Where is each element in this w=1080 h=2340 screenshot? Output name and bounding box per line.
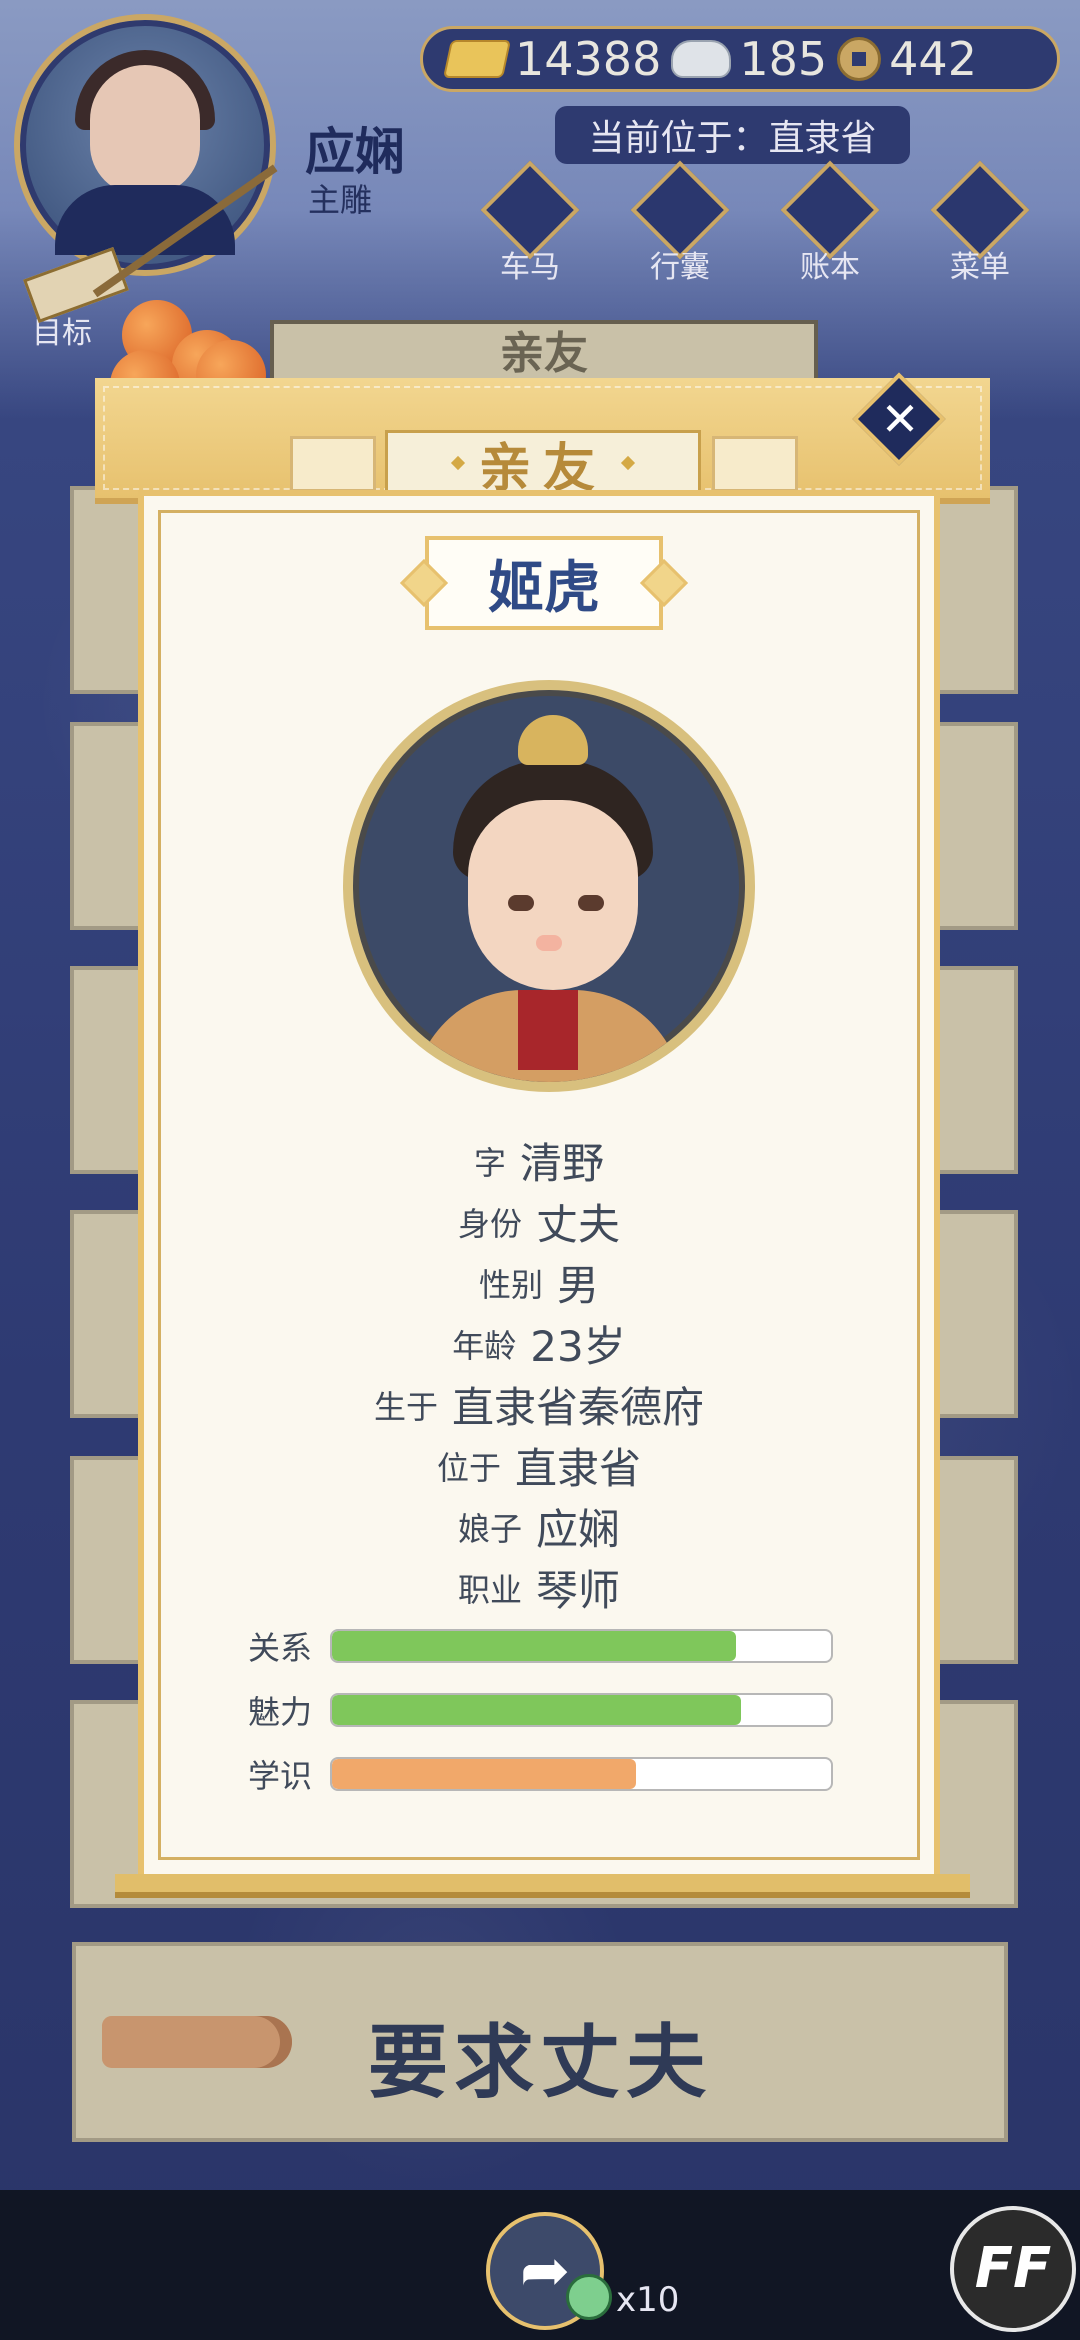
character-info: 字 清野 身份 丈夫 性别 男 年龄 23岁 生于 直隶省秦德府 位于 直隶省 … bbox=[138, 1130, 940, 1618]
menu-label: 菜单 bbox=[950, 250, 1010, 285]
info-label: 位于 bbox=[436, 1448, 501, 1487]
stat-label: 关系 bbox=[248, 1629, 313, 1667]
info-row: 性别 男 bbox=[138, 1252, 940, 1313]
menu-ledger-button[interactable]: 账本 bbox=[775, 160, 885, 285]
menu-more-button[interactable]: 菜单 bbox=[925, 160, 1035, 285]
gold-ingot-icon bbox=[442, 40, 512, 78]
jade-token-icon bbox=[566, 2274, 612, 2320]
portrait-collar bbox=[518, 990, 578, 1070]
info-row: 身份 丈夫 bbox=[138, 1191, 940, 1252]
menu-carriage-button[interactable]: 车马 bbox=[475, 160, 585, 285]
gold-amount: 14388 bbox=[515, 32, 662, 86]
currency-coins: 442 bbox=[837, 32, 977, 86]
portrait-eye bbox=[578, 895, 604, 911]
currency-silver: 185 bbox=[671, 32, 827, 86]
menu-label: 账本 bbox=[800, 250, 860, 285]
currency-gold: 14388 bbox=[442, 32, 662, 86]
menu-label: 行囊 bbox=[650, 250, 710, 285]
player-name: 应娴 bbox=[305, 123, 405, 181]
info-value: 男 bbox=[557, 1261, 600, 1310]
stat-relationship: 关系 bbox=[248, 1628, 833, 1667]
share-icon: ➦ bbox=[519, 2236, 571, 2306]
info-row: 职业 琴师 bbox=[138, 1557, 940, 1618]
stat-bar bbox=[329, 1757, 833, 1791]
avatar-robe bbox=[55, 185, 235, 255]
info-value: 直隶省 bbox=[515, 1444, 642, 1493]
info-value: 应娴 bbox=[536, 1505, 621, 1554]
current-location: 当前位于：直隶省 bbox=[555, 106, 910, 164]
info-row: 年龄 23岁 bbox=[138, 1313, 940, 1374]
info-label: 职业 bbox=[457, 1570, 522, 1609]
goal-button[interactable]: 目标 bbox=[18, 246, 129, 360]
request-husband-button[interactable]: 要求丈夫 bbox=[72, 1942, 1008, 2142]
portrait-bun bbox=[518, 715, 588, 765]
close-icon[interactable]: ✕ bbox=[875, 394, 925, 444]
info-label: 生于 bbox=[373, 1387, 438, 1426]
info-label: 字 bbox=[473, 1143, 506, 1182]
stat-fill bbox=[331, 1631, 737, 1661]
stat-fill bbox=[331, 1695, 742, 1725]
request-husband-label: 要求丈夫 bbox=[368, 2016, 712, 2109]
menu-bag-button[interactable]: 行囊 bbox=[625, 160, 735, 285]
stat-bar bbox=[329, 1693, 833, 1727]
banner-ornament bbox=[290, 436, 376, 492]
info-value: 丈夫 bbox=[536, 1200, 621, 1249]
info-value: 23岁 bbox=[530, 1322, 626, 1371]
info-value: 清野 bbox=[520, 1139, 605, 1188]
info-row: 字 清野 bbox=[138, 1130, 940, 1191]
banner-ornament bbox=[712, 436, 798, 492]
stat-charm: 魅力 bbox=[248, 1692, 833, 1731]
coin-amount: 442 bbox=[889, 32, 977, 86]
stat-knowledge: 学识 bbox=[248, 1756, 833, 1795]
info-row: 娘子 应娴 bbox=[138, 1496, 940, 1557]
player-role: 主雕 bbox=[308, 181, 373, 219]
portrait-eye bbox=[508, 895, 534, 911]
info-label: 性别 bbox=[478, 1265, 543, 1304]
info-label: 娘子 bbox=[457, 1509, 522, 1548]
stat-fill bbox=[331, 1759, 637, 1789]
scroll-roller bbox=[115, 1874, 970, 1898]
portrait-face bbox=[468, 800, 638, 990]
silver-ingot-icon bbox=[671, 40, 732, 78]
fast-forward-button[interactable]: FF bbox=[950, 2206, 1076, 2332]
title-ornament bbox=[450, 455, 466, 471]
modal-title: 亲友 bbox=[385, 430, 701, 499]
info-label: 身份 bbox=[457, 1204, 522, 1243]
title-ornament bbox=[620, 455, 636, 471]
avatar-face bbox=[90, 65, 200, 195]
player-avatar[interactable] bbox=[14, 14, 276, 276]
silver-amount: 185 bbox=[739, 32, 828, 86]
character-portrait bbox=[343, 680, 755, 1092]
info-row: 位于 直隶省 bbox=[138, 1435, 940, 1496]
info-label: 年龄 bbox=[452, 1326, 517, 1365]
character-name: 姬虎 bbox=[425, 536, 663, 630]
menu-icons: 车马 行囊 账本 菜单 bbox=[475, 160, 1065, 285]
portrait-mouth bbox=[536, 935, 562, 951]
stat-label: 学识 bbox=[248, 1757, 313, 1795]
info-row: 生于 直隶省秦德府 bbox=[138, 1374, 940, 1435]
share-reward-count: x10 bbox=[616, 2280, 680, 2320]
menu-label: 车马 bbox=[500, 250, 560, 285]
copper-coin-icon bbox=[837, 37, 882, 81]
info-value: 直隶省秦德府 bbox=[452, 1383, 705, 1432]
currency-bar: 14388 185 442 bbox=[420, 26, 1060, 92]
stat-label: 魅力 bbox=[248, 1693, 313, 1731]
info-value: 琴师 bbox=[536, 1566, 621, 1615]
stat-bar bbox=[329, 1629, 833, 1663]
